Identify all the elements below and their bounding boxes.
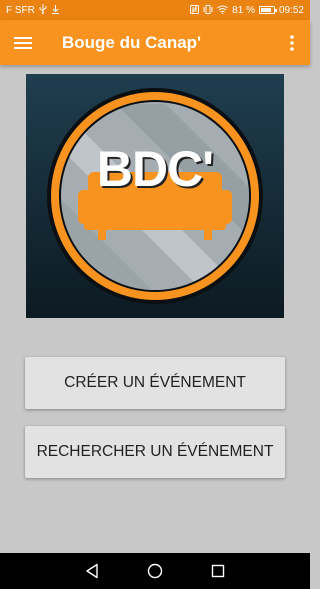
status-right: 81 % 09:52 (190, 4, 304, 16)
back-icon[interactable] (77, 556, 107, 586)
search-event-button[interactable]: RECHERCHER UN ÉVÉNEMENT (25, 426, 285, 478)
app-title: Bouge du Canap' (62, 32, 202, 52)
hamburger-menu-icon[interactable] (0, 20, 46, 65)
vibrate-icon (203, 4, 213, 16)
recents-icon[interactable] (203, 556, 233, 586)
wifi-icon (217, 5, 228, 16)
battery-level (260, 8, 271, 12)
home-icon[interactable] (140, 556, 170, 586)
status-left: F SFR (6, 4, 60, 16)
more-vert-icon[interactable] (274, 20, 310, 65)
clock: 09:52 (278, 4, 304, 16)
usb-icon (39, 4, 47, 16)
create-event-button[interactable]: CRÉER UN ÉVÉNEMENT (25, 357, 285, 409)
battery-percent: 81 % (232, 4, 255, 16)
carrier-label: F SFR (6, 4, 35, 16)
logo-text: BDC' (96, 141, 214, 197)
app-bar: Bouge du Canap' (0, 20, 310, 65)
app-logo: BDC' (26, 74, 284, 318)
download-icon (51, 4, 60, 16)
battery-icon (258, 6, 277, 14)
nfc-icon (190, 4, 200, 16)
status-bar: F SFR 81 % 09:52 (0, 0, 310, 20)
system-nav-bar (0, 553, 310, 589)
